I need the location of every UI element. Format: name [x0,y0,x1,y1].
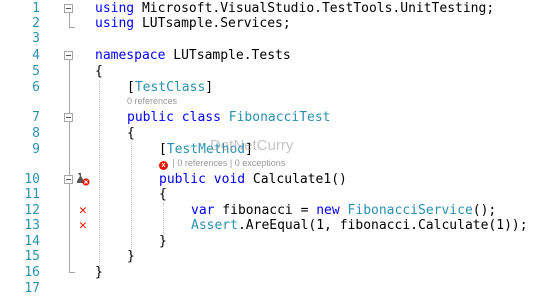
code-line: var fibonacci = new FibonacciService(); [191,203,497,218]
code-line: } [159,234,167,249]
line-number: 2 [32,16,40,31]
codelens-references[interactable]: 0 references [127,96,177,107]
line-number: 11 [24,187,40,202]
code-line: public class FibonacciTest [127,110,331,125]
collapse-toggle-icon[interactable] [64,4,73,13]
line-number-margin: 1 2 3 4 5 6 7 8 9 10 11 12 13 14 15 16 1… [0,0,44,300]
code-line: Assert.AreEqual(1, fibonacci.Calculate(1… [191,218,528,233]
code-line: using LUTsample.Services; [95,16,291,31]
line-number: 8 [32,126,40,141]
test-failed-glyph-icon[interactable] [76,172,90,186]
code-line: } [127,249,135,264]
watermark: DotNetCurry [210,137,294,154]
codelens-test-status[interactable]: x | 0 references | 0 exceptions [159,158,285,170]
code-editor[interactable]: 1 2 3 4 5 6 7 8 9 10 11 12 13 14 15 16 1… [0,0,540,300]
line-number: 4 [32,48,40,63]
line-number: 3 [32,31,40,46]
test-error-icon: x [159,161,168,170]
outlining-margin [62,0,76,300]
code-line: using Microsoft.VisualStudio.TestTools.U… [95,1,495,16]
indent-guide [131,142,132,257]
line-number: 13 [24,218,40,233]
line-number: 17 [24,281,40,296]
test-fail-mark-icon: ✕ [79,218,87,233]
collapse-toggle-icon[interactable] [64,175,73,184]
code-line: [TestClass] [127,80,214,95]
collapse-toggle-icon[interactable] [64,51,73,60]
line-number: 12 [24,203,40,218]
line-number: 1 [32,1,40,16]
test-fail-mark-icon: ✕ [79,203,87,218]
code-line: } [95,265,103,280]
line-number: 5 [32,64,40,79]
line-number: 6 [32,80,40,95]
line-number: 7 [32,110,40,125]
collapse-toggle-icon[interactable] [64,113,73,122]
line-number: 10 [24,172,40,187]
line-number: 14 [24,234,40,249]
code-line: { [159,187,167,202]
line-number: 15 [24,249,40,264]
indent-guide [99,80,100,272]
line-number: 9 [32,142,40,157]
code-line: { [127,126,135,141]
code-line: { [95,64,103,79]
code-line: namespace LUTsample.Tests [95,48,291,63]
code-line: public void Calculate1() [159,172,347,187]
line-number: 16 [24,265,40,280]
